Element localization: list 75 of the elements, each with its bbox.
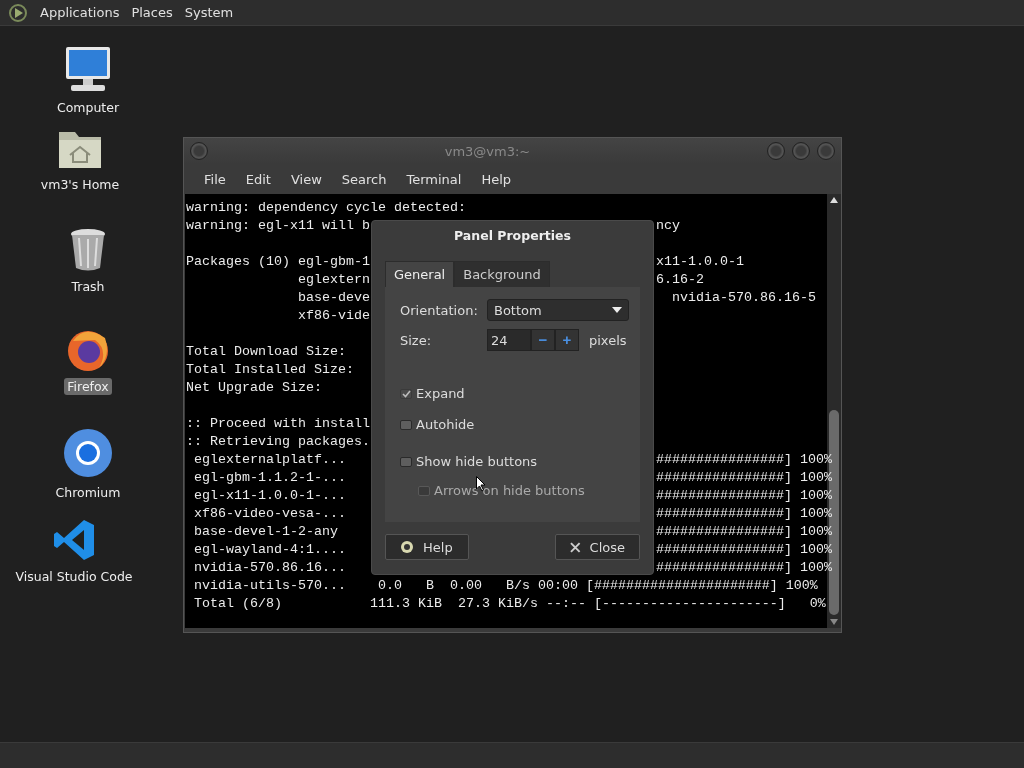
terminal-line: ################] 100% [656, 505, 832, 523]
terminal-line: x11-1.0.0-1 [656, 253, 744, 271]
help-button[interactable]: Help [385, 534, 469, 560]
checkbox[interactable] [400, 419, 412, 430]
size-field[interactable]: 24 [487, 329, 531, 351]
decrease-button[interactable]: − [531, 329, 555, 351]
close-button[interactable]: Close [555, 534, 640, 560]
orientation-dropdown[interactable]: Bottom [487, 299, 629, 321]
desktop-icon-label[interactable]: Visual Studio Code [12, 568, 136, 585]
terminal-line: Total Installed Size: [186, 361, 354, 379]
desktop-icon-label[interactable]: vm3's Home [37, 176, 123, 193]
checkbox-label[interactable]: Expand [416, 386, 465, 401]
lifebuoy-icon [400, 540, 414, 554]
dialog-title: Panel Properties [453, 227, 572, 245]
scroll-up-icon[interactable] [830, 197, 838, 203]
terminal-line: ################] 100% [656, 559, 832, 577]
terminal-line: Total Download Size: [186, 343, 346, 361]
play-logo-icon[interactable] [8, 2, 28, 23]
terminal-line: egl-wayland-4:1.... [193, 541, 346, 559]
terminal-line: ncy [656, 217, 680, 235]
terminal-line: 6.16-2 [656, 271, 704, 289]
menu-item[interactable]: Help [471, 171, 522, 187]
computer-icon[interactable] [63, 45, 113, 93]
unit-label: pixels [589, 332, 627, 348]
menu-item[interactable]: File [194, 171, 236, 187]
terminal-line: ################] 100% [656, 451, 832, 469]
terminal-line: nvidia-570.86.16... [193, 559, 346, 577]
checkbox-label[interactable]: Autohide [416, 417, 475, 432]
terminal-line: eglexternalplatf... [193, 451, 346, 469]
window-title: vm3@vm3:~ [443, 143, 532, 159]
menu-item[interactable]: Edit [235, 171, 281, 187]
panel-menu[interactable]: Places [125, 5, 179, 20]
terminal-line: ################] 100% [656, 469, 832, 487]
panel-menu[interactable]: Applications [34, 5, 126, 20]
terminal-line: Total (6/8) 111.3 KiB 27.3 KiB/s --:-- [----------------------] 0% [193, 595, 826, 613]
terminal-line: xf86-vide [296, 307, 370, 325]
terminal-line: nvidia-utils-570... 0.0 B 0.00 B/s 00:00 [######################] 100% [193, 577, 818, 595]
terminal-line: warning: egl-x11 will b [186, 217, 370, 235]
terminal-line: ################] 100% [656, 487, 832, 505]
desktop-icon-label[interactable]: Trash [68, 278, 108, 295]
panel-menu[interactable]: System [178, 5, 240, 20]
terminal-line: eglextern [296, 271, 370, 289]
tab[interactable]: Background [454, 261, 550, 287]
terminal-line: nvidia-570.86.16-5 [671, 289, 816, 307]
tab[interactable]: General [385, 261, 455, 287]
terminal-line: base-deve [296, 289, 370, 307]
terminal-line: :: Proceed with install [186, 415, 370, 433]
increase-button[interactable]: + [555, 329, 579, 351]
terminal-line: ################] 100% [656, 541, 832, 559]
checkbox-label[interactable]: Show hide buttons [416, 454, 538, 469]
checkbox[interactable] [400, 456, 412, 467]
caret-icon [612, 307, 622, 313]
terminal-line: egl-x11-1.0.0-1-... [193, 487, 346, 505]
terminal-line: Packages (10) egl-gbm-1 [186, 253, 370, 271]
trash-icon[interactable] [69, 228, 107, 272]
close-icon [570, 541, 581, 553]
terminal-line: :: Retrieving packages. [186, 433, 370, 451]
orientation-label: Orientation: [400, 302, 479, 318]
desktop-icon-label[interactable]: Firefox [64, 378, 112, 395]
terminal-line: xf86-video-vesa-... [193, 505, 346, 523]
size-label: Size: [400, 332, 433, 348]
menu-item[interactable]: Terminal [396, 171, 472, 187]
checkbox[interactable] [400, 388, 412, 399]
terminal-line: warning: dependency cycle detected: [186, 199, 466, 217]
menu-item[interactable]: Search [331, 171, 397, 187]
menu-item[interactable]: View [280, 171, 332, 187]
terminal-line: base-devel-1-2-any [193, 523, 338, 541]
desktop-icon-label[interactable]: Chromium [52, 484, 124, 501]
terminal-line: Net Upgrade Size: [186, 379, 322, 397]
scroll-down-icon[interactable] [830, 619, 838, 625]
terminal-line: ################] 100% [656, 523, 832, 541]
chromium-icon[interactable] [63, 428, 113, 478]
terminal-line: egl-gbm-1.1.2-1-... [193, 469, 346, 487]
desktop-icon-label[interactable]: Computer [53, 99, 123, 116]
vscode-icon[interactable] [52, 518, 96, 562]
